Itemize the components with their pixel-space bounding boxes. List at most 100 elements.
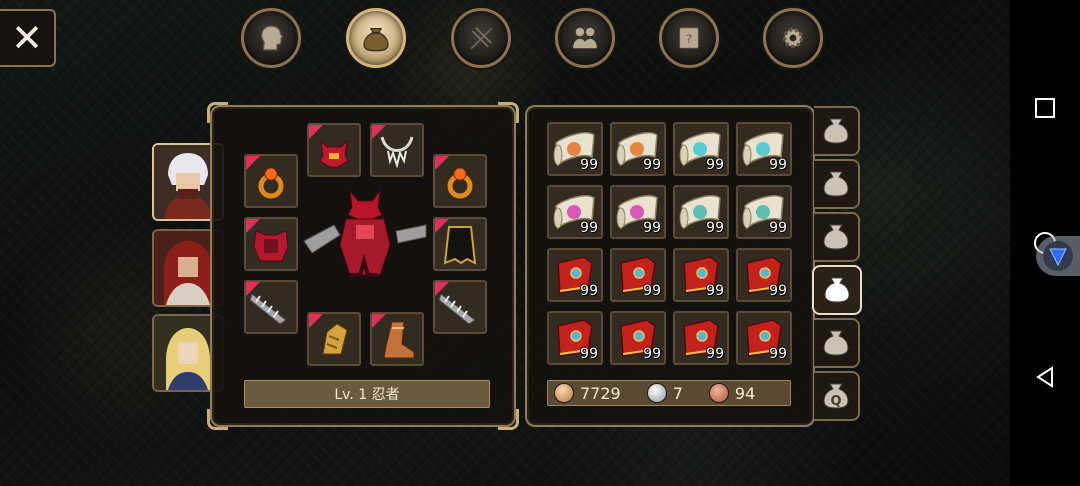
equip-slot-boots[interactable]: [370, 312, 424, 366]
gear-icon: [782, 27, 804, 49]
necklace-icon: [380, 136, 414, 169]
shield-badge-icon: [1043, 241, 1073, 271]
equip-slot-weapon-right[interactable]: [433, 280, 487, 334]
svg-text:?: ?: [686, 32, 692, 46]
inventory-slot[interactable]: 99: [673, 311, 729, 365]
character-level-label: Lv. 1 忍者: [244, 380, 490, 408]
inventory-panel: 99 99 99 99 99 99 99 99 99 99 99 99 99 99 99 99 7729 7 …: [525, 105, 815, 427]
equip-slot-necklace[interactable]: [370, 123, 424, 177]
claw-weapon-icon: [438, 293, 476, 325]
inventory-slot[interactable]: 99: [736, 311, 792, 365]
quest-bag-icon: Q: [823, 383, 849, 409]
inventory-slot[interactable]: 99: [547, 185, 603, 239]
inventory-slot[interactable]: 99: [610, 185, 666, 239]
close-button[interactable]: ✕: [0, 9, 56, 67]
inventory-slot[interactable]: 99: [610, 122, 666, 176]
equip-slot-weapon-left[interactable]: [244, 280, 298, 334]
inventory-slot[interactable]: 99: [610, 311, 666, 365]
recents-button[interactable]: [1032, 95, 1058, 121]
currency-bar: 7729 7 94: [547, 380, 791, 406]
equipment-panel: Lv. 1 忍者: [207, 102, 519, 430]
bag-tab-3[interactable]: [814, 212, 860, 262]
bag-icon: [363, 28, 389, 52]
bag-tab-4[interactable]: [812, 265, 862, 315]
menu-quests-button[interactable]: ?: [659, 8, 719, 68]
bag-tab-6[interactable]: Q: [814, 371, 860, 421]
item-quantity: 99: [706, 157, 724, 173]
square-icon: [1035, 98, 1055, 118]
inventory-slot[interactable]: 99: [673, 185, 729, 239]
inventory-slot[interactable]: 99: [547, 122, 603, 176]
silver-coin-icon: [646, 383, 667, 403]
gold-amount: 7729: [580, 383, 621, 403]
party-icon: [573, 27, 597, 49]
item-quantity: 99: [706, 346, 724, 362]
bronze-coin-icon: [708, 383, 729, 403]
item-quantity: 99: [643, 283, 661, 299]
armor-icon: [253, 230, 289, 262]
panel-corner: [207, 409, 228, 430]
item-quantity: 99: [580, 157, 598, 173]
item-quantity: 99: [580, 220, 598, 236]
equip-slot-cape[interactable]: [433, 217, 487, 271]
gold-coin-icon: [554, 383, 574, 403]
equip-slot-armor[interactable]: [244, 217, 298, 271]
bag-icon: [823, 171, 849, 197]
equip-slot-gloves[interactable]: [307, 312, 361, 366]
menu-party-button[interactable]: [555, 8, 615, 68]
equip-slot-ring-left[interactable]: [244, 154, 298, 208]
panel-corner: [207, 102, 228, 123]
item-quantity: 99: [769, 346, 787, 362]
inventory-slot[interactable]: 99: [547, 248, 603, 302]
item-quantity: 99: [580, 346, 598, 362]
equip-slot-helmet[interactable]: [307, 123, 361, 177]
bag-tab-letter: Q: [830, 394, 841, 409]
boots-icon: [383, 321, 415, 359]
menu-skills-button[interactable]: [451, 8, 511, 68]
close-icon: ✕: [11, 16, 43, 60]
menu-settings-button[interactable]: [763, 8, 823, 68]
bag-tab-1[interactable]: [814, 106, 860, 156]
gauntlet-icon: [322, 323, 348, 355]
bag-icon: [823, 224, 849, 250]
scroll-icon: ?: [679, 27, 699, 49]
menu-inventory-button[interactable]: [346, 8, 406, 68]
item-quantity: 99: [643, 346, 661, 362]
item-quantity: 99: [706, 220, 724, 236]
bag-tab-2[interactable]: [814, 159, 860, 209]
item-quantity: 99: [580, 283, 598, 299]
inventory-slot[interactable]: 99: [610, 248, 666, 302]
head-icon: [261, 25, 284, 51]
blade-icon: [470, 27, 493, 50]
helmet-icon: [319, 139, 349, 168]
inventory-slot[interactable]: 99: [736, 248, 792, 302]
item-quantity: 99: [769, 283, 787, 299]
bag-icon: [823, 118, 849, 144]
bag-icon: [823, 330, 849, 356]
triangle-back-icon: [1036, 366, 1053, 388]
inventory-slot[interactable]: 99: [736, 185, 792, 239]
inventory-slot[interactable]: 99: [673, 122, 729, 176]
menu-character-button[interactable]: [241, 8, 301, 68]
back-button[interactable]: [1032, 364, 1058, 390]
cape-icon: [443, 226, 477, 265]
bag-icon: [824, 277, 850, 303]
bronze-amount: 94: [734, 383, 756, 403]
equip-slot-ring-right[interactable]: [433, 154, 487, 208]
ring-icon: [258, 167, 284, 199]
bag-tab-5[interactable]: [814, 318, 860, 368]
item-quantity: 99: [643, 157, 661, 173]
inventory-slot[interactable]: 99: [736, 122, 792, 176]
item-quantity: 99: [769, 220, 787, 236]
claw-weapon-icon: [249, 293, 287, 325]
ring-icon: [447, 167, 473, 199]
character-preview: [303, 189, 427, 277]
panel-corner: [498, 409, 519, 430]
item-quantity: 99: [643, 220, 661, 236]
item-quantity: 99: [769, 157, 787, 173]
floating-assistant-button[interactable]: [1036, 236, 1080, 276]
inventory-slot[interactable]: 99: [547, 311, 603, 365]
silver-amount: 7: [672, 383, 683, 403]
panel-corner: [498, 102, 519, 123]
inventory-slot[interactable]: 99: [673, 248, 729, 302]
